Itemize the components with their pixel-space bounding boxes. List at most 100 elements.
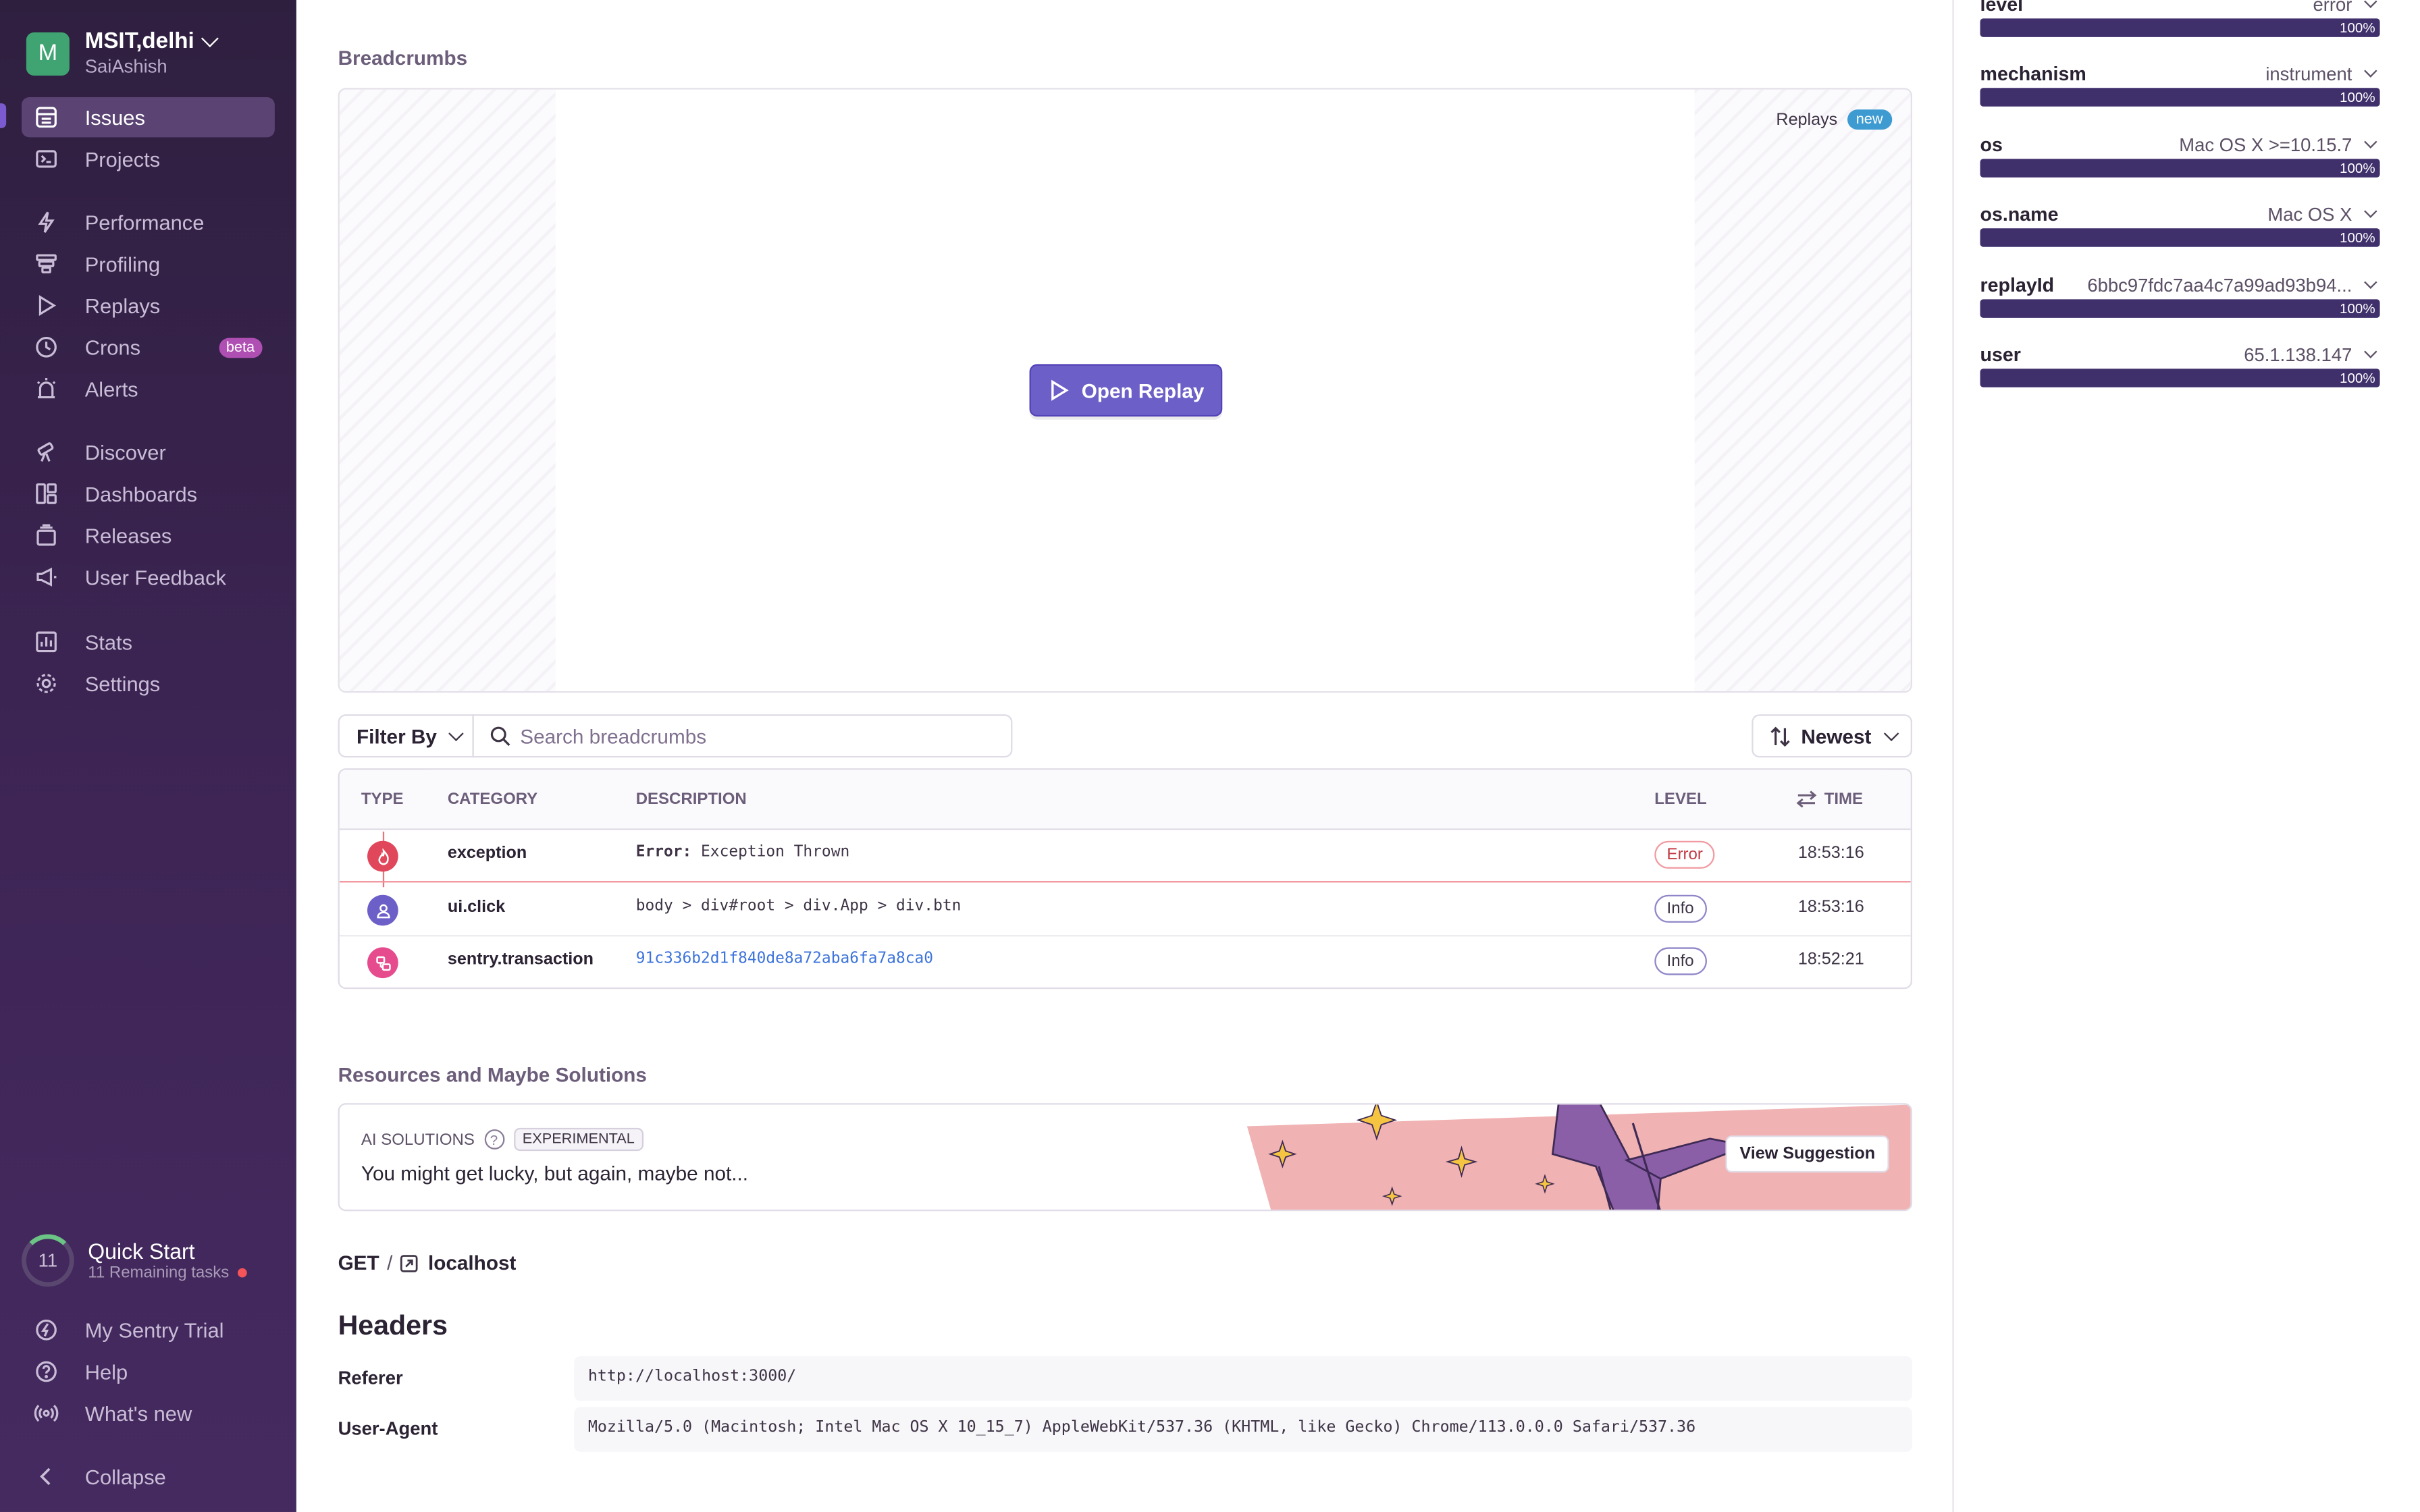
- siren-icon: [36, 377, 56, 399]
- quick-start-title: Quick Start: [88, 1239, 195, 1264]
- sidebar-item-label: Issues: [84, 105, 145, 129]
- row-time: 18:53:16: [1797, 844, 1864, 863]
- org-switcher[interactable]: M MSIT,delhi SaiAshish: [26, 29, 219, 78]
- chevron-down-icon: [1883, 725, 1899, 741]
- swap-icon[interactable]: [1796, 790, 1817, 808]
- tag-distribution-bar: 100%: [1980, 88, 2380, 107]
- org-username: SaiAshish: [84, 55, 167, 78]
- sidebar-item-whats-new[interactable]: What's new: [22, 1393, 275, 1433]
- tag-key: os: [1980, 134, 2003, 156]
- sidebar-item-projects[interactable]: Projects: [22, 139, 275, 179]
- filter-by-label: Filter By: [356, 724, 437, 748]
- column-description: DESCRIPTION: [635, 790, 747, 809]
- tag-percent: 100%: [2340, 160, 2375, 176]
- tag-row[interactable]: os Mac OS X >=10.15.7 100%: [1980, 134, 2380, 196]
- replay-preview: Replays new Open Replay: [338, 88, 1912, 693]
- tag-row[interactable]: user 65.1.138.147 100%: [1980, 344, 2380, 406]
- tag-percent: 100%: [2340, 300, 2375, 317]
- tag-distribution-bar: 100%: [1980, 369, 2380, 387]
- sidebar-collapse[interactable]: Collapse: [22, 1457, 275, 1496]
- view-suggestion-button[interactable]: View Suggestion: [1725, 1135, 1889, 1173]
- tag-value: instrument: [2265, 63, 2352, 85]
- level-badge: Error: [1654, 840, 1716, 869]
- user-icon: [367, 894, 398, 926]
- lightning-circle-icon: [36, 1319, 57, 1341]
- tag-row[interactable]: replayId 6bbc97fdc7aa4c7a99ad93b94... 10…: [1980, 275, 2380, 336]
- tag-row[interactable]: level error 100%: [1980, 0, 2380, 55]
- row-category: ui.click: [447, 898, 506, 917]
- row-category: exception: [447, 844, 527, 863]
- table-row[interactable]: exception Error: Exception Thrown Error …: [339, 830, 1911, 883]
- sidebar-item-settings[interactable]: Settings: [22, 664, 275, 703]
- dashboard-icon: [36, 483, 57, 504]
- search-input[interactable]: [520, 724, 983, 748]
- column-time: TIME: [1824, 790, 1864, 809]
- sort-icon: [1770, 726, 1790, 747]
- sidebar-item-label: Help: [84, 1359, 128, 1384]
- table-row[interactable]: ui.click body > div#root > div.App > div…: [339, 884, 1911, 937]
- sidebar-item-performance[interactable]: Performance: [22, 202, 275, 242]
- breadcrumbs-table: TYPE CATEGORY DESCRIPTION LEVEL TIME exc…: [338, 768, 1912, 990]
- sidebar-item-trial[interactable]: My Sentry Trial: [22, 1310, 275, 1350]
- sidebar-item-alerts[interactable]: Alerts: [22, 369, 275, 408]
- tag-percent: 100%: [2340, 230, 2375, 246]
- sidebar-item-crons[interactable]: Crons beta: [22, 327, 275, 367]
- search-icon: [490, 726, 510, 747]
- level-badge: Info: [1654, 947, 1706, 975]
- transaction-link[interactable]: 91c336b2d1f840de8a72aba6fa7a8ca0: [636, 950, 933, 967]
- ai-solutions-message: You might get lucky, but again, maybe no…: [361, 1162, 749, 1185]
- open-replay-label: Open Replay: [1081, 379, 1205, 402]
- header-value: Mozilla/5.0 (Macintosh; Intel Mac OS X 1…: [574, 1407, 1912, 1452]
- replay-hatch-right: [1694, 89, 1911, 691]
- sidebar-item-label: Releases: [84, 523, 172, 547]
- clock-icon: [36, 336, 57, 358]
- tag-row[interactable]: os.name Mac OS X 100%: [1980, 204, 2380, 265]
- sort-dropdown[interactable]: Newest: [1752, 714, 1912, 758]
- replay-hatch-left: [339, 89, 556, 691]
- active-indicator: [0, 103, 7, 128]
- chevron-left-icon: [40, 1467, 51, 1486]
- table-row[interactable]: sentry.transaction 91c336b2d1f840de8a72a…: [340, 936, 1911, 987]
- filter-by-dropdown[interactable]: Filter By: [338, 714, 474, 758]
- sidebar-item-label: Crons: [84, 335, 141, 359]
- ai-solutions-label: AI SOLUTIONS: [361, 1130, 475, 1149]
- fire-icon: [367, 840, 398, 872]
- org-avatar: M: [26, 31, 70, 75]
- lightning-icon: [38, 211, 55, 233]
- column-level: LEVEL: [1654, 790, 1707, 809]
- sidebar-item-label: My Sentry Trial: [84, 1318, 224, 1342]
- sidebar-item-profiling[interactable]: Profiling: [22, 244, 275, 284]
- request-method: GET: [338, 1251, 379, 1274]
- sidebar-item-label: Settings: [84, 672, 161, 695]
- package-icon: [36, 524, 56, 546]
- sidebar-item-replays[interactable]: Replays: [22, 286, 275, 325]
- tag-row[interactable]: mechanism instrument 100%: [1980, 63, 2380, 125]
- tag-value: 65.1.138.147: [2244, 344, 2352, 366]
- app-root: M MSIT,delhi SaiAshish Issues Projects P…: [0, 0, 2420, 1512]
- headers-title: Headers: [338, 1310, 448, 1341]
- sidebar-item-user-feedback[interactable]: User Feedback: [22, 557, 275, 597]
- sidebar-item-issues[interactable]: Issues: [21, 97, 275, 138]
- breadcrumbs-title: Breadcrumbs: [338, 46, 468, 70]
- sidebar-item-help[interactable]: Help: [22, 1351, 275, 1391]
- sidebar-item-label: Stats: [84, 630, 133, 653]
- sidebar-item-discover[interactable]: Discover: [22, 432, 275, 472]
- external-link-icon[interactable]: [400, 1253, 419, 1272]
- quick-start[interactable]: 11 Quick Start 11 Remaining tasks: [21, 1234, 248, 1287]
- sidebar-item-stats[interactable]: Stats: [22, 622, 275, 662]
- sidebar-item-releases[interactable]: Releases: [22, 515, 275, 555]
- main-content: Breadcrumbs Replays new Open Replay Filt…: [296, 0, 1953, 1512]
- breadcrumb-filter-bar: Filter By Newest: [338, 714, 1912, 758]
- header-key: Referer: [338, 1367, 403, 1389]
- chevron-down-icon: [2364, 205, 2377, 218]
- open-replay-button[interactable]: Open Replay: [1029, 364, 1223, 417]
- gear-icon: [36, 674, 56, 693]
- tag-key: user: [1980, 344, 2021, 366]
- request-line: GET / localhost: [338, 1251, 517, 1274]
- header-key: User-Agent: [338, 1418, 438, 1440]
- help-icon[interactable]: ?: [483, 1129, 504, 1150]
- sidebar-item-dashboards[interactable]: Dashboards: [22, 474, 275, 514]
- header-value: http://localhost:3000/: [574, 1356, 1912, 1401]
- sidebar-item-label: Alerts: [84, 377, 138, 401]
- breadcrumb-search: [472, 714, 1013, 758]
